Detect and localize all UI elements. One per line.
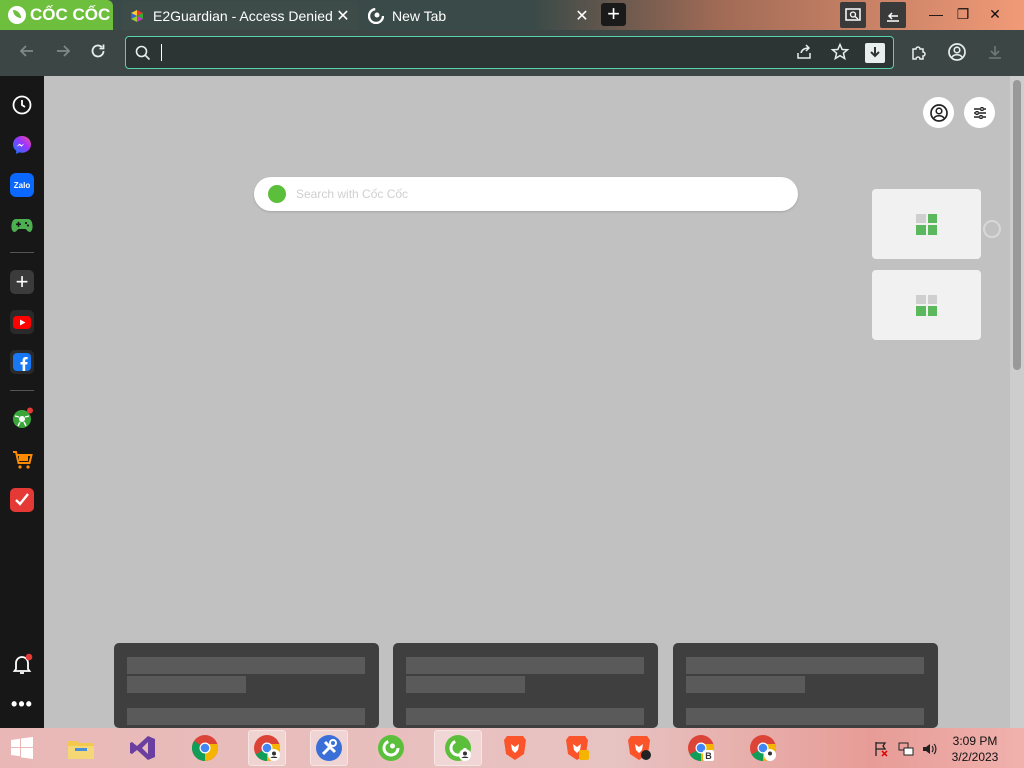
sidebar-facebook-icon[interactable] [10,350,34,374]
address-input[interactable] [164,42,764,64]
sidebar-more-icon[interactable]: ••• [10,692,34,716]
sidebar-add-icon[interactable]: + [10,269,34,294]
chrome-beta-icon[interactable]: B [683,731,719,765]
sidebar-history-icon[interactable] [10,93,34,117]
screen-capture-icon[interactable] [840,2,866,28]
coccoc-search-logo-icon [268,185,286,203]
coccoc-favicon-icon [367,7,385,24]
coccoc-menu-button[interactable]: CỐC CỐC [0,0,113,30]
minimize-button[interactable]: — [922,2,950,28]
brand-label: CỐC CỐC [30,5,111,24]
tab-label: E2Guardian - Access Denied [153,7,333,24]
close-tab-icon[interactable]: ✕ [335,6,351,26]
reload-button[interactable] [86,41,110,65]
scrollbar-thumb[interactable] [1013,80,1021,370]
share-icon[interactable] [793,42,815,64]
new-tab-page [44,76,1010,728]
chrome-icon[interactable] [187,731,223,765]
sidebar-messenger-icon[interactable] [10,133,34,157]
taskbar-clock[interactable]: 3:09 PM 3/2/2023 [944,733,1006,765]
placeholder-site-icon [916,213,937,235]
tools-app-icon[interactable] [310,730,348,766]
brave-nightly-icon[interactable] [621,731,657,765]
svg-text:B: B [705,751,712,761]
chrome-profile-icon[interactable] [248,730,286,766]
news-card-skeleton [393,643,658,728]
back-arrow-panel-icon[interactable] [880,2,906,28]
network-icon[interactable] [898,741,914,757]
coccoc-taskbar-icon[interactable] [373,731,409,765]
sidebar-zalo-icon[interactable]: Zalo [10,173,34,197]
start-windows-icon[interactable] [4,731,40,765]
tab-e2guardian[interactable]: E2Guardian - Access Denied ✕ [121,1,359,30]
brave-beta-icon[interactable] [559,731,595,765]
downloads-icon[interactable] [984,42,1006,64]
new-tab-button[interactable]: + [601,3,626,26]
sidebar-gamepad-icon[interactable] [10,213,34,237]
maximize-button[interactable]: ❐ [950,2,976,28]
clock-date: 3/2/2023 [951,750,999,764]
multicolor-favicon-icon [129,8,145,24]
action-center-flag-icon[interactable] [873,741,889,757]
notifications-bell-icon[interactable] [10,652,34,676]
sidebar-todo-check-icon[interactable] [10,488,34,512]
extensions-puzzle-icon[interactable] [908,42,930,64]
placeholder-site-icon [916,294,937,316]
sidebar-shopping-cart-icon[interactable] [10,448,34,472]
coccoc-profile-taskbar-icon[interactable] [434,730,482,766]
bookmark-star-icon[interactable] [829,42,851,64]
tab-new-tab[interactable]: New Tab ✕ [360,1,598,30]
news-card-skeleton [114,643,379,728]
clock-time: 3:09 PM [952,734,998,748]
file-explorer-icon[interactable] [63,731,99,765]
speed-dial-tile[interactable] [872,189,981,259]
visual-studio-icon[interactable] [125,731,161,765]
tile-overlay-icon [983,220,1001,238]
sidebar-divider [10,390,34,391]
volume-icon[interactable] [921,741,937,757]
address-bar[interactable] [125,36,894,69]
close-window-button[interactable]: ✕ [980,2,1010,28]
chrome-beta-profile-icon[interactable] [745,731,781,765]
search-input[interactable] [296,187,776,201]
brave-icon[interactable] [497,731,533,765]
close-tab-icon[interactable]: ✕ [574,6,590,26]
speed-dial-tile[interactable] [872,270,981,340]
search-box[interactable] [254,177,798,211]
news-card-skeleton [673,643,938,728]
account-icon[interactable] [923,97,954,128]
sidebar-soccer-icon[interactable] [10,406,34,430]
sidebar-youtube-icon[interactable] [10,310,34,334]
coccoc-logo-icon [8,6,26,24]
tab-label: New Tab [392,7,447,24]
search-icon [135,45,151,61]
back-button[interactable] [15,41,39,65]
profile-icon[interactable] [946,42,968,64]
customize-sliders-icon[interactable] [964,97,995,128]
forward-button[interactable] [51,41,75,65]
sidebar-divider [10,252,34,253]
text-caret [161,44,162,61]
download-page-icon[interactable] [865,43,885,63]
